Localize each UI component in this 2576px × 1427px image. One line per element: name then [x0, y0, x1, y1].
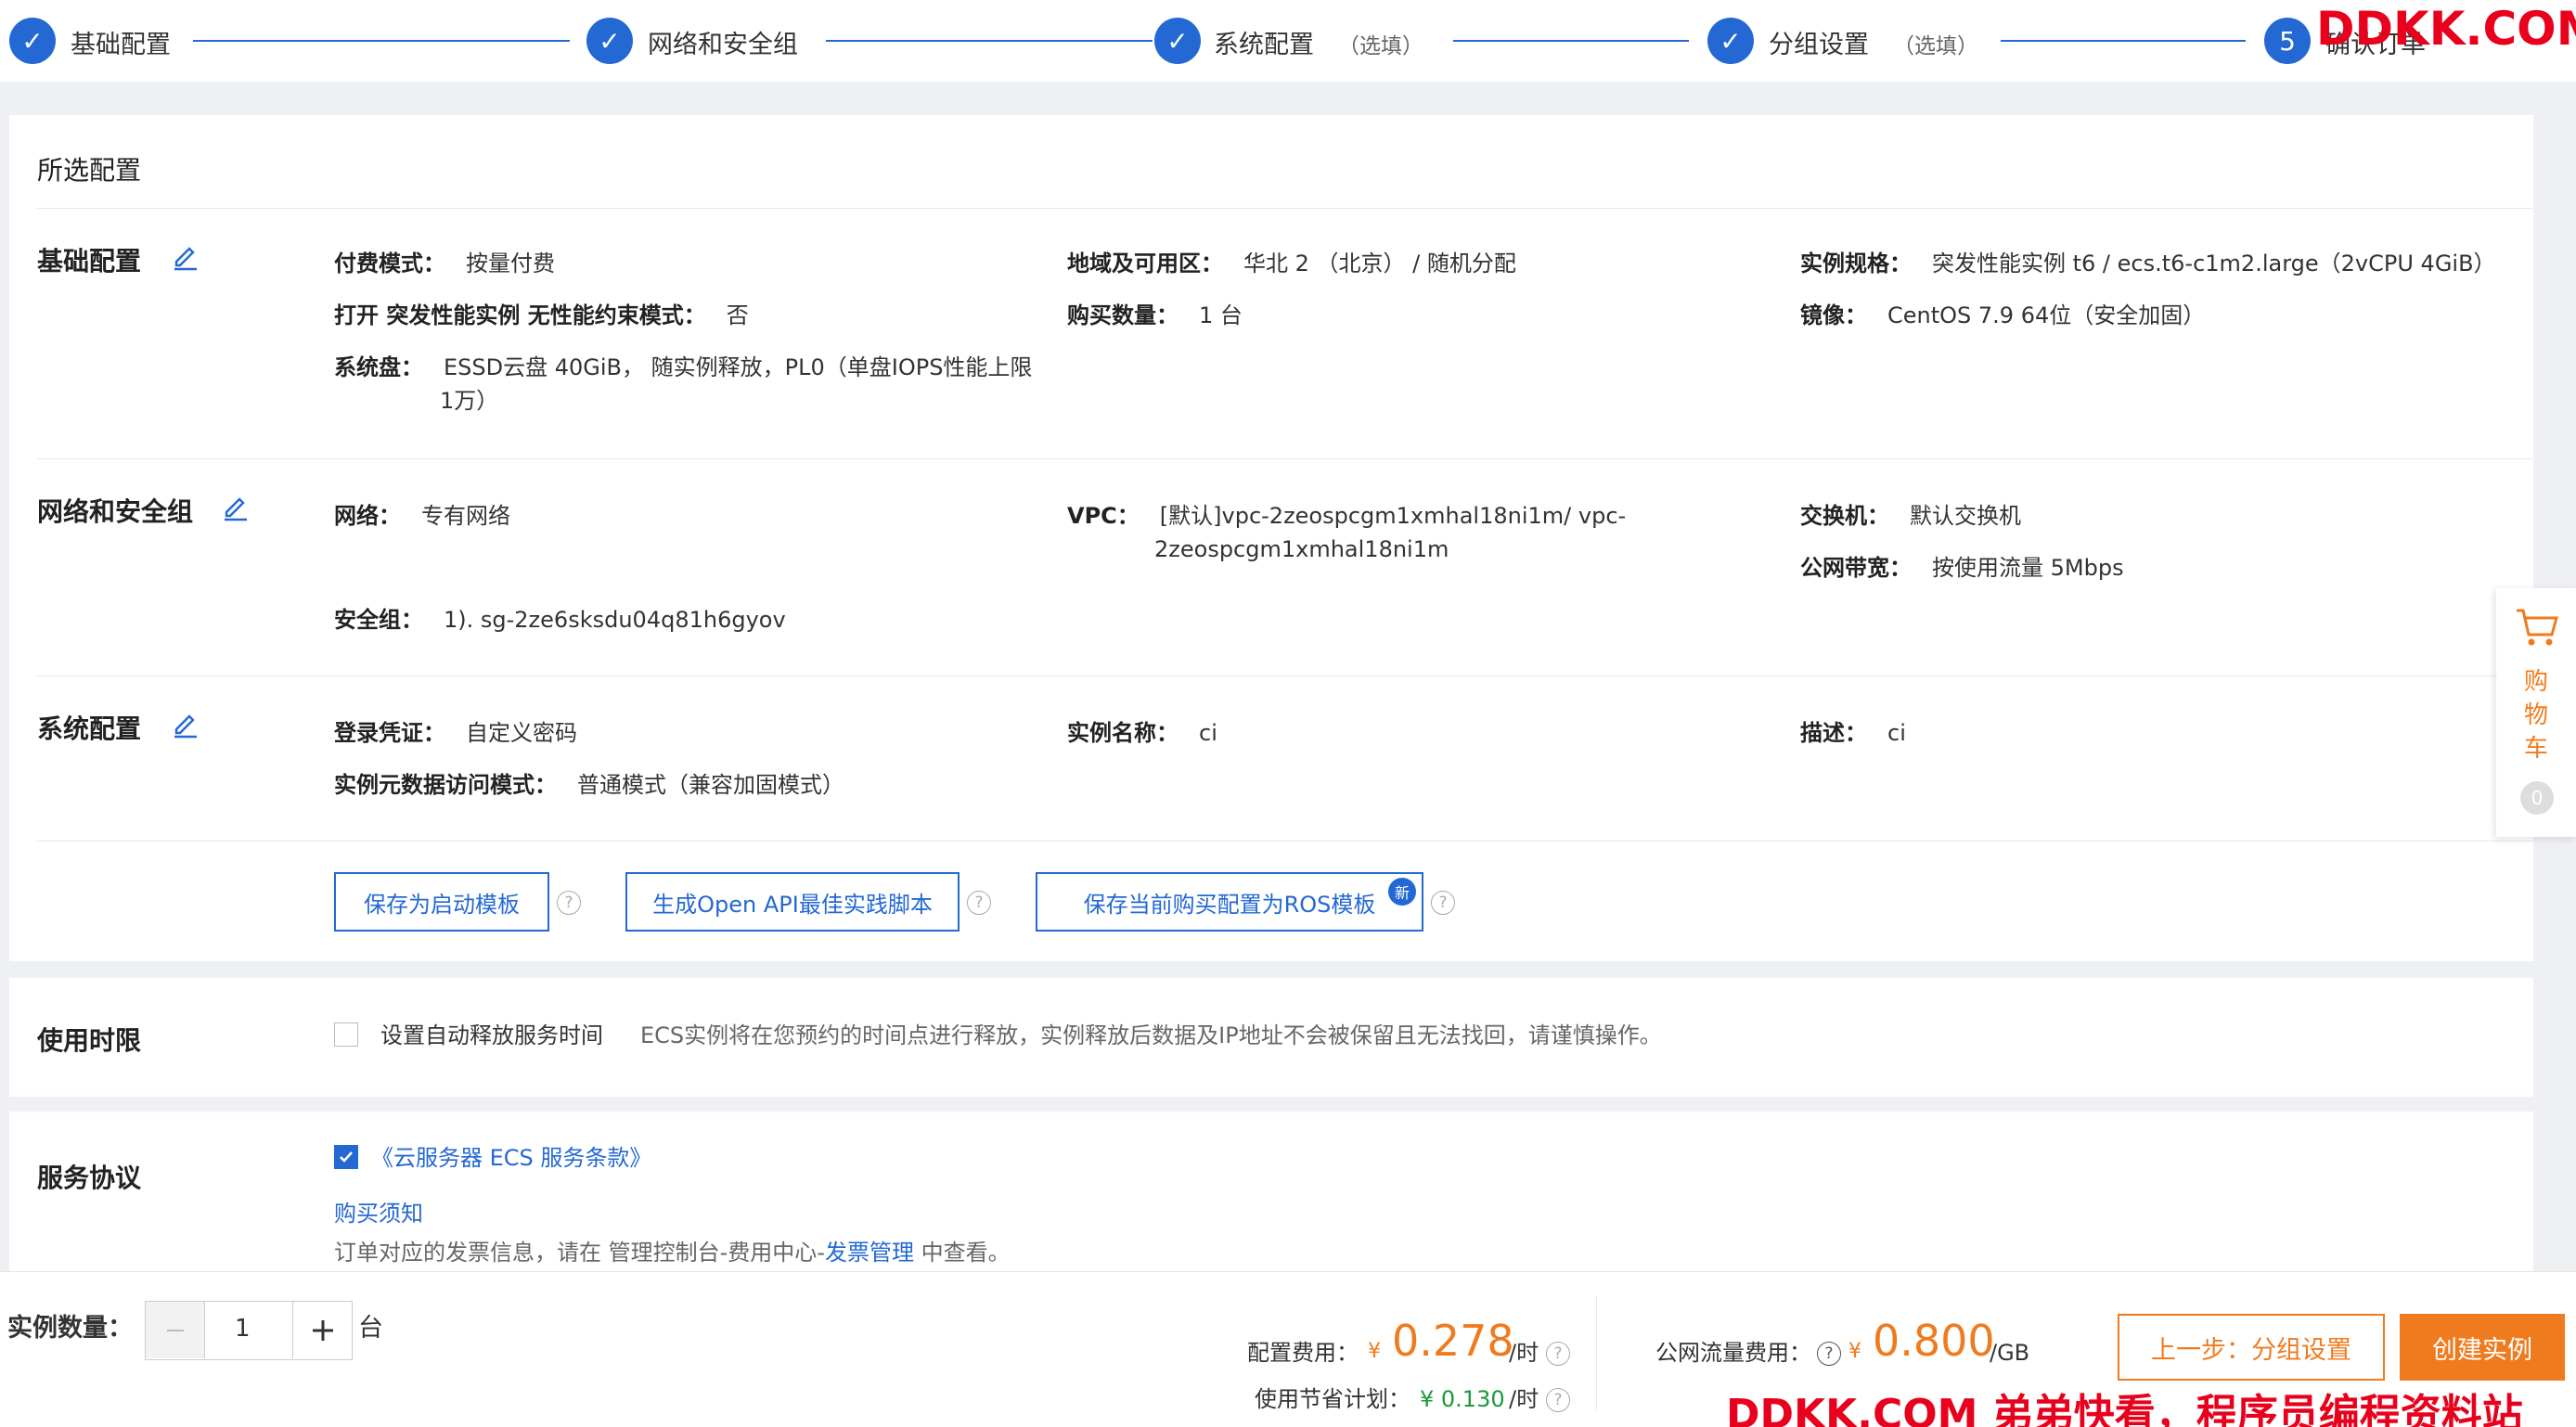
currency-symbol: ¥	[1368, 1340, 1381, 1363]
region-zone: 地域及可用区： 华北 2 （北京） / 随机分配	[1067, 251, 1516, 276]
traffic-fee: 0.800	[1873, 1316, 1995, 1366]
terms-link[interactable]: 《云服务器 ECS 服务条款》	[371, 1141, 651, 1175]
step-connector	[1453, 40, 1689, 42]
help-icon[interactable]: ?	[1431, 891, 1455, 915]
security-group: 安全组： 1). sg-2ze6sksdu04q81h6gyov	[334, 607, 786, 633]
check-icon	[340, 1151, 353, 1163]
vswitch: 交换机： 默认交换机	[1800, 503, 2021, 529]
help-icon[interactable]: ?	[967, 891, 991, 915]
divider	[37, 841, 2533, 842]
duration-title: 使用时限	[37, 1025, 142, 1056]
minus-icon	[166, 1329, 184, 1331]
cart-label-3: 车	[2524, 735, 2549, 763]
save-ros-template-button[interactable]: 保存当前购买配置为ROS模板	[1036, 872, 1423, 932]
watermark-top: DDKK.COM	[2316, 2, 2576, 56]
step-connector	[193, 40, 570, 42]
step-2-label: 网络和安全组	[648, 31, 798, 59]
network-type: 网络： 专有网络	[334, 503, 510, 529]
login-credential: 登录凭证： 自定义密码	[334, 720, 577, 746]
watermark-bottom: DDKK.COM 弟弟快看，程序员编程资料站	[1726, 1391, 2523, 1427]
system-disk-cont: 1万）	[440, 388, 499, 414]
step-5-number: 5	[2264, 18, 2311, 64]
plus-icon	[312, 1319, 333, 1341]
network-title: 网络和安全组	[37, 496, 194, 527]
step-4-label: 分组设置	[1769, 31, 1869, 59]
edit-icon[interactable]	[171, 241, 200, 271]
edit-icon[interactable]	[221, 492, 251, 521]
basic-config-title: 基础配置	[37, 246, 142, 276]
qty-unit: 台	[358, 1314, 383, 1343]
create-instance-button[interactable]: 创建实例	[2400, 1314, 2565, 1381]
step-1-label: 基础配置	[71, 31, 171, 59]
cart-label-1: 购	[2524, 668, 2549, 696]
instance-spec: 实例规格： 突发性能实例 t6 / ecs.t6-c1m2.large（2vCPU…	[1800, 251, 2496, 276]
config-fee-label: 配置费用：	[1247, 1340, 1359, 1366]
step-2-check-icon: ✓	[586, 18, 633, 64]
per-gb: /GB	[1990, 1340, 2030, 1366]
bandwidth: 公网带宽： 按使用流量 5Mbps	[1800, 555, 2124, 581]
saving-plan-fee: ¥ 0.130	[1420, 1386, 1505, 1412]
new-badge: 新	[1388, 878, 1416, 906]
quantity-input[interactable]: 1	[235, 1315, 251, 1343]
step-3-label: 系统配置	[1214, 31, 1314, 59]
purchase-quantity: 购买数量： 1 台	[1067, 302, 1243, 328]
step-connector	[2001, 40, 2246, 42]
step-connector	[826, 40, 1153, 42]
quantity-stepper[interactable]: 1	[145, 1301, 353, 1360]
help-icon[interactable]: ?	[1817, 1342, 1841, 1366]
per-hour: /时	[1509, 1340, 1539, 1366]
purchase-notice-link[interactable]: 购买须知	[334, 1197, 423, 1230]
cart-label-2: 物	[2524, 701, 2549, 729]
invoice-link[interactable]: 发票管理	[825, 1240, 914, 1266]
billing-mode: 付费模式： 按量付费	[334, 251, 555, 276]
cart-icon	[2517, 609, 2558, 646]
step-4-check-icon: ✓	[1707, 18, 1754, 64]
description: 描述： ci	[1800, 720, 1906, 746]
cart-count: 0	[2520, 781, 2554, 815]
decrease-button[interactable]	[146, 1302, 205, 1358]
edit-icon[interactable]	[171, 709, 200, 739]
vpc: VPC： [默认]vpc-2zeospcgm1xmhal18ni1m/ vpc-	[1067, 503, 1627, 529]
invoice-info: 订单对应的发票信息，请在 管理控制台-费用中心-发票管理 中查看。	[334, 1240, 1011, 1266]
traffic-fee-label: 公网流量费用：	[1655, 1340, 1811, 1366]
per-hour: /时	[1509, 1386, 1539, 1412]
divider	[37, 675, 2533, 676]
auto-release-hint: ECS实例将在您预约的时间点进行释放，实例释放后数据及IP地址不会被保留且无法找…	[640, 1022, 1662, 1048]
auto-release-label[interactable]: 设置自动释放服务时间	[380, 1019, 603, 1052]
saving-plan-label: 使用节省计划：	[1255, 1386, 1410, 1412]
currency-symbol: ¥	[1848, 1340, 1861, 1363]
increase-button[interactable]	[292, 1302, 352, 1358]
help-icon[interactable]: ?	[1546, 1388, 1570, 1412]
vpc-cont: 2zeospcgm1xmhal18ni1m	[1154, 536, 1449, 562]
divider	[37, 208, 2533, 209]
system-config-title: 系统配置	[37, 714, 142, 744]
step-3-check-icon: ✓	[1154, 18, 1201, 64]
terms-checkbox[interactable]	[334, 1145, 358, 1169]
qty-label: 实例数量：	[7, 1314, 133, 1343]
gen-openapi-button[interactable]: 生成Open API最佳实践脚本	[625, 872, 960, 932]
auto-release-checkbox[interactable]	[334, 1022, 358, 1047]
help-icon[interactable]: ?	[1546, 1342, 1570, 1366]
step-bar: ✓ 基础配置 ✓ 网络和安全组 ✓ 系统配置 （选填） ✓ 分组设置 （选填） …	[0, 0, 2576, 82]
shopping-cart-panel[interactable]: 购 物 车 0	[2496, 588, 2576, 837]
instance-name: 实例名称： ci	[1067, 720, 1217, 746]
prev-step-button[interactable]: 上一步：分组设置	[2118, 1314, 2385, 1381]
agreement-title: 服务协议	[37, 1163, 142, 1193]
config-fee: 0.278	[1392, 1316, 1514, 1366]
footer-divider	[1596, 1295, 1597, 1410]
burst-mode: 打开 突发性能实例 无性能约束模式：否	[334, 302, 749, 328]
divider	[37, 458, 2533, 459]
selected-config-title: 所选配置	[37, 155, 142, 186]
system-disk: 系统盘： ESSD云盘 40GiB， 随实例释放，PL0（单盘IOPS性能上限	[334, 354, 1033, 380]
step-4-optional: （选填）	[1893, 34, 1978, 58]
save-launch-template-button[interactable]: 保存为启动模板	[334, 872, 549, 932]
metadata-mode: 实例元数据访问模式： 普通模式（兼容加固模式）	[334, 772, 844, 798]
step-3-optional: （选填）	[1338, 34, 1423, 58]
step-1-check-icon: ✓	[9, 18, 56, 64]
image: 镜像： CentOS 7.9 64位（安全加固）	[1800, 302, 2206, 328]
help-icon[interactable]: ?	[557, 891, 581, 915]
